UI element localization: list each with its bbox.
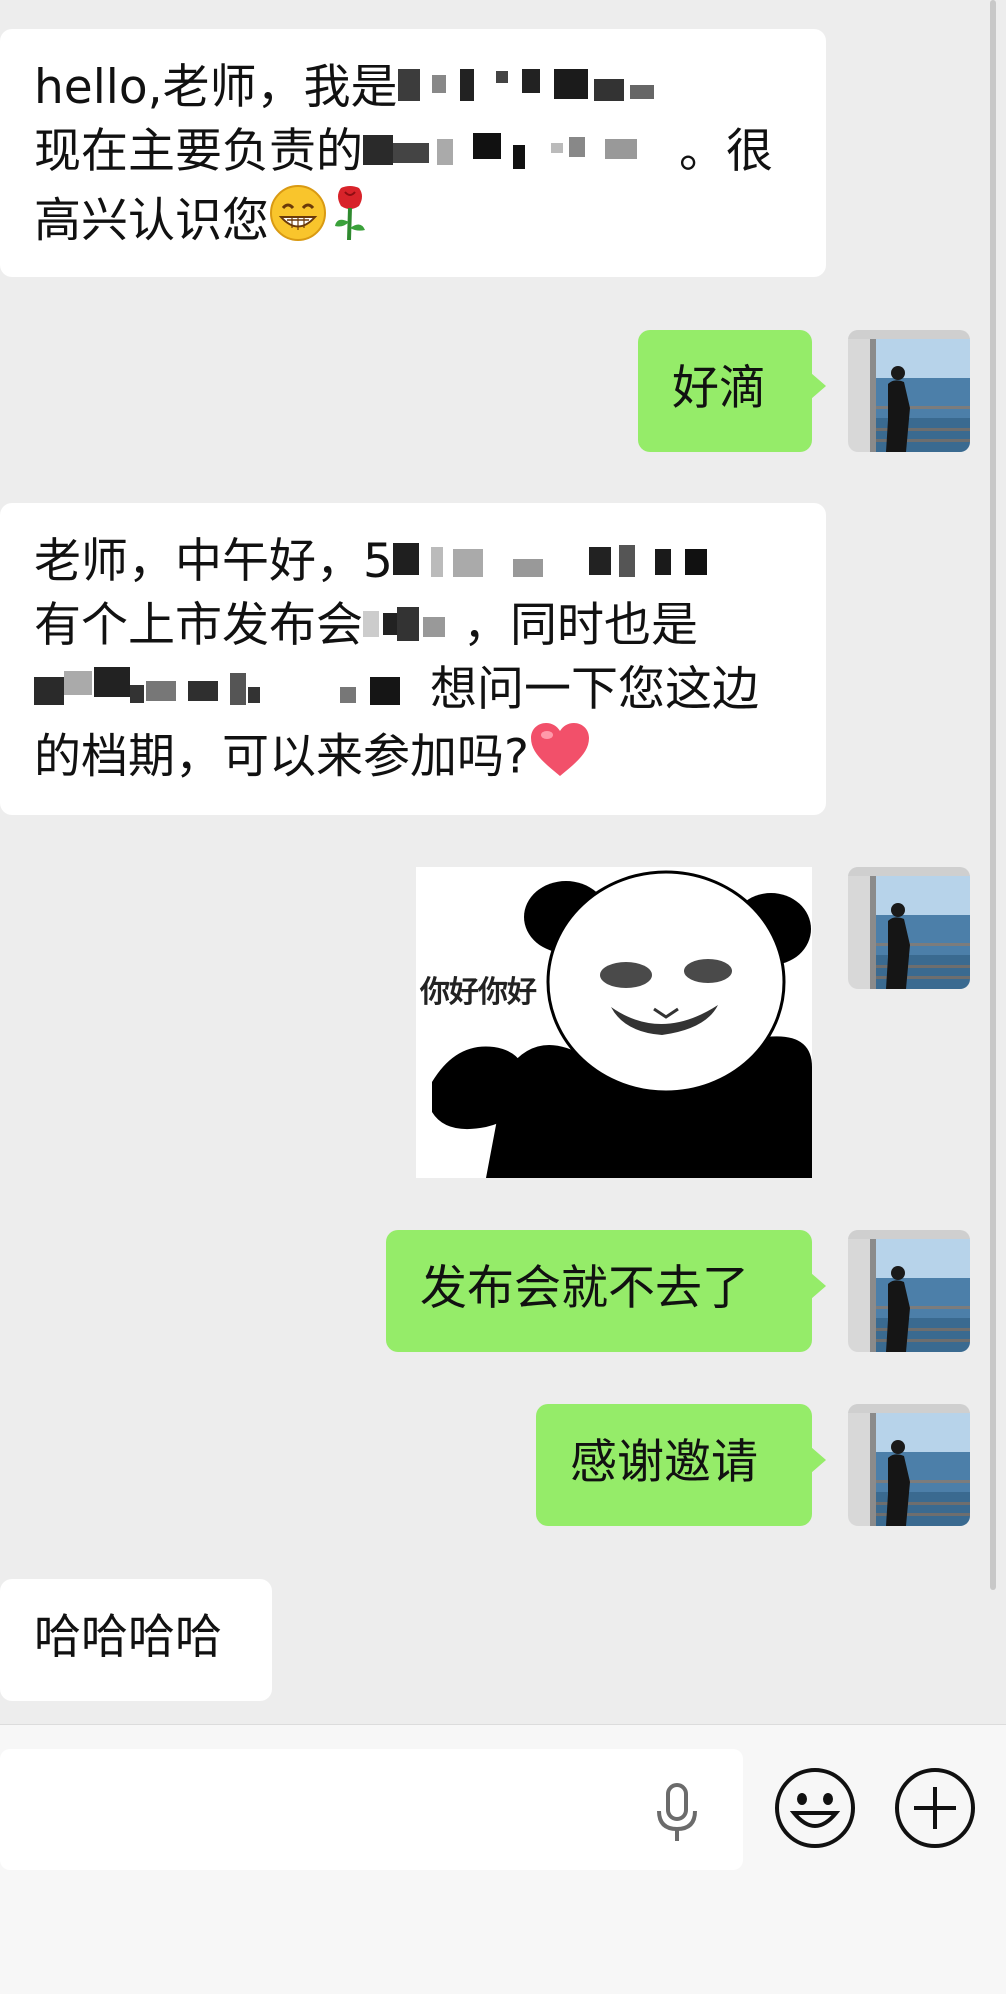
redacted-text xyxy=(392,532,733,578)
plus-icon[interactable] xyxy=(894,1767,976,1853)
message-text: hello,老师，我是 现在主要负责的 。很 高兴认识您 xyxy=(34,56,792,259)
rose-emoji xyxy=(327,184,373,259)
input-bar xyxy=(0,1724,1006,1994)
message-line: 现在主要负责的 xyxy=(34,124,363,179)
user-avatar[interactable] xyxy=(848,867,970,989)
message-text: 好滴 xyxy=(672,361,766,416)
chat-area[interactable]: hello,老师，我是 现在主要负责的 。很 高兴认识您 好滴 老师，中午好，5… xyxy=(0,0,1006,1724)
user-avatar[interactable] xyxy=(848,1404,970,1526)
microphone-icon[interactable] xyxy=(651,1783,703,1847)
grinning-face-emoji xyxy=(269,184,327,259)
message-line: 高兴认识您 xyxy=(34,193,269,249)
heart-emoji xyxy=(529,722,591,795)
redacted-text xyxy=(363,122,679,170)
message-text: 发布会就不去了 xyxy=(420,1261,749,1316)
message-line: 有个上市发布会 xyxy=(34,598,363,653)
sticker-image[interactable]: 你好你好 xyxy=(416,867,812,1178)
message-text: 感谢邀请 xyxy=(570,1435,758,1490)
message-text: 哈哈哈哈 xyxy=(34,1610,222,1665)
smiley-icon[interactable] xyxy=(774,1767,856,1853)
message-line: 。很 xyxy=(679,124,773,179)
message-bubble-incoming[interactable]: 哈哈哈哈 xyxy=(0,1579,272,1701)
message-bubble-outgoing[interactable]: 感谢邀请 xyxy=(536,1404,826,1526)
redacted-text xyxy=(34,660,430,706)
message-line: 想问一下您这边 xyxy=(430,662,759,717)
user-avatar[interactable] xyxy=(848,1230,970,1352)
scrollbar[interactable] xyxy=(990,0,996,1590)
message-line: 老师，中午好，5 xyxy=(34,534,393,589)
message-line: 的档期，可以来参加吗? xyxy=(34,729,529,785)
message-bubble-incoming[interactable]: 老师，中午好，5 有个上市发布会 ，同时也是 想问一下您这边 的档期，可以来参加… xyxy=(0,503,826,815)
message-line: hello,老师，我是 xyxy=(34,60,398,115)
redacted-text xyxy=(397,58,678,102)
sticker-caption: 你好你好 xyxy=(420,975,537,1010)
message-bubble-incoming[interactable]: hello,老师，我是 现在主要负责的 。很 高兴认识您 xyxy=(0,29,826,277)
message-input[interactable] xyxy=(0,1749,743,1870)
message-text: 老师，中午好，5 有个上市发布会 ，同时也是 想问一下您这边 的档期，可以来参加… xyxy=(34,530,792,795)
user-avatar[interactable] xyxy=(848,330,970,452)
redacted-text xyxy=(363,596,463,642)
message-bubble-outgoing[interactable]: 好滴 xyxy=(638,330,826,452)
message-line: ，同时也是 xyxy=(463,598,698,653)
message-bubble-outgoing[interactable]: 发布会就不去了 xyxy=(386,1230,826,1352)
